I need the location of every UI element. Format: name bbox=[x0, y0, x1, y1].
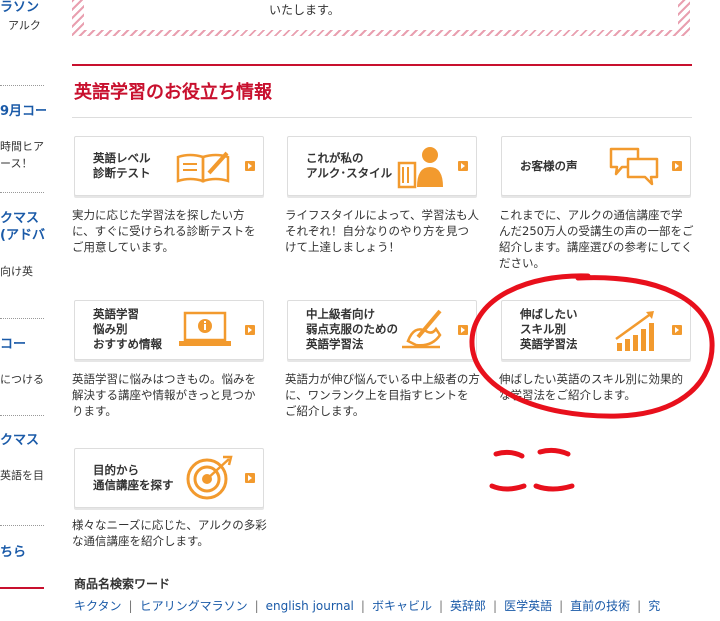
card-description: 英語力が伸び悩んでいる中上級者の方に、ワンランク上を目指すヒントをご紹介します。 bbox=[285, 372, 480, 418]
card-description: 実力に応じた学習法を探したい方に、すぐに受けられる診断テストをご用意しています。 bbox=[72, 208, 256, 254]
card-level-test[interactable]: 英語レベル 診断テスト bbox=[74, 136, 264, 196]
sidebar-divider bbox=[0, 85, 44, 86]
sidebar-text: ース！ bbox=[0, 157, 33, 170]
card-find-course[interactable]: 目的から 通信講座を探す bbox=[74, 448, 264, 508]
card-label: 英語学習 悩み別 おすすめ情報 bbox=[93, 307, 162, 351]
sidebar-red-line bbox=[0, 587, 44, 589]
annotation-koko: ここ bbox=[489, 447, 575, 492]
arrow-right-icon bbox=[245, 325, 255, 335]
arrow-right-icon bbox=[458, 161, 468, 171]
search-link[interactable]: 英辞郎 bbox=[450, 599, 486, 613]
search-link[interactable]: キクタン bbox=[74, 599, 122, 613]
annotation-circle bbox=[469, 273, 715, 419]
sidebar-link-marathon[interactable]: ラソン bbox=[0, 0, 39, 16]
sidebar-link-course[interactable]: コー bbox=[0, 337, 26, 353]
card-alc-style[interactable]: これが私の アルク･スタイル bbox=[287, 136, 477, 196]
card-worries[interactable]: 英語学習 悩み別 おすすめ情報 bbox=[74, 300, 264, 360]
left-sidebar: ラソン アルク 9月コー 時間ヒア ース！ クマス (アドバ 向け英 コー につ… bbox=[0, 0, 46, 621]
search-words-label: 商品名検索ワード bbox=[74, 577, 171, 591]
sidebar-text: 英語を目 bbox=[0, 469, 44, 482]
card-label: お客様の声 bbox=[520, 159, 578, 173]
card-description: 様々なニーズに応じた、アルクの多彩な通信講座を紹介します。 bbox=[72, 518, 267, 548]
sidebar-link-course[interactable]: 9月コー bbox=[0, 104, 46, 120]
search-link[interactable]: english journal bbox=[266, 599, 354, 613]
card-description: 英語学習に悩みはつきもの。悩みを解決する講座や情報がきっと見つかります。 bbox=[72, 372, 256, 418]
card-label: 目的から 通信講座を探す bbox=[93, 463, 174, 492]
sidebar-text: 向け英 bbox=[0, 265, 33, 278]
book-pencil-icon bbox=[176, 151, 230, 183]
target-icon bbox=[186, 455, 233, 500]
notice-text: いたします。 bbox=[269, 3, 340, 17]
sidebar-divider bbox=[0, 318, 44, 319]
sidebar-text: 時間ヒア bbox=[0, 140, 44, 153]
card-description: これまでに、アルクの通信講座で学んだ250万人の受講生の声の一部をご紹介します。… bbox=[499, 208, 694, 270]
search-link[interactable]: 究 bbox=[648, 599, 660, 613]
sidebar-text: につける bbox=[0, 373, 44, 386]
card-label: 中上級者向け 弱点克服のための 英語学習法 bbox=[306, 307, 398, 351]
arrow-right-icon bbox=[458, 325, 468, 335]
arrow-right-icon bbox=[245, 161, 255, 171]
speech-bubbles-icon bbox=[609, 147, 659, 186]
section-title: 英語学習のお役立ち情報 bbox=[74, 82, 272, 103]
search-link[interactable]: ボキャビル bbox=[372, 599, 432, 613]
notice-box: いたします。 bbox=[72, 0, 690, 36]
card-advanced[interactable]: 中上級者向け 弱点克服のための 英語学習法 bbox=[287, 300, 477, 360]
arrow-right-icon bbox=[245, 473, 255, 483]
section-divider bbox=[72, 64, 692, 66]
card-customer-voice[interactable]: お客様の声 bbox=[501, 136, 691, 196]
sidebar-divider bbox=[0, 525, 44, 526]
search-words-links: キクタン | ヒアリングマラソン | english journal | ボキャビル | 英辞郎… bbox=[74, 599, 661, 613]
card-description: ライフスタイルによって、学習法も人それぞれ！自分なりのやり方を見つけて上達しまし… bbox=[285, 208, 480, 254]
person-books-icon bbox=[397, 147, 443, 189]
laptop-info-icon bbox=[179, 311, 231, 346]
sidebar-divider bbox=[0, 192, 44, 193]
search-link[interactable]: 医学英語 bbox=[504, 599, 552, 613]
card-label: これが私の アルク･スタイル bbox=[306, 151, 393, 180]
title-underline bbox=[72, 117, 692, 118]
sidebar-divider bbox=[0, 415, 44, 416]
sidebar-link-more[interactable]: ちら bbox=[0, 545, 26, 561]
sidebar-text: アルク bbox=[8, 19, 41, 32]
search-link[interactable]: ヒアリングマラソン bbox=[140, 599, 248, 613]
sidebar-link-kikumasu[interactable]: クマス bbox=[0, 211, 39, 227]
card-label: 英語レベル 診断テスト bbox=[93, 151, 151, 180]
search-link[interactable]: 直前の技術 bbox=[570, 599, 630, 613]
arrow-right-icon bbox=[672, 161, 682, 171]
sidebar-link-kikumasu[interactable]: (アドバ bbox=[0, 228, 45, 244]
sidebar-link-kikumasu[interactable]: クマス bbox=[0, 433, 39, 449]
hand-writing-icon bbox=[402, 309, 442, 349]
